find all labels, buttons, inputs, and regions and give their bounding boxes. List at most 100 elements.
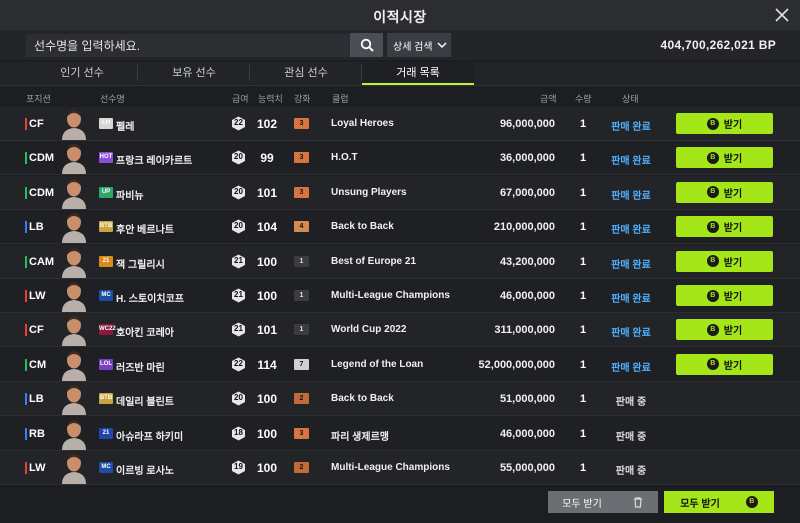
table-row[interactable]: CAM 21 잭 그릴리시 21 100 1 Best of Europe 21… — [0, 244, 800, 279]
receive-button[interactable]: B 받기 — [676, 113, 773, 134]
season-badge: HOT — [99, 152, 113, 164]
table-row[interactable]: RB 21 아슈라프 하키미 18 100 3 파리 생제르맹 46,000,0… — [0, 416, 800, 451]
ovr-value: 100 — [256, 254, 278, 269]
player-name[interactable]: 아슈라프 하키미 — [116, 428, 183, 443]
table-row[interactable]: CF WC22 호아킨 코레아 21 101 1 World Cup 2022 … — [0, 313, 800, 348]
table-header: 포지션 선수명 급여 능력치 강화 클럽 금액 수량 상태 — [0, 87, 800, 107]
club-name: World Cup 2022 — [331, 324, 407, 336]
player-name[interactable]: 데일리 블린트 — [116, 393, 174, 408]
salary-badge: 21 — [231, 254, 246, 269]
player-name[interactable]: 파비뉴 — [116, 187, 144, 202]
position-color-bar — [25, 462, 27, 474]
position-label: LW — [29, 462, 46, 474]
player-name[interactable]: H. 스토이치코프 — [116, 290, 184, 305]
player-name[interactable]: 호아킨 코레아 — [116, 324, 174, 339]
position-label: CAM — [29, 255, 55, 268]
position-color-bar — [25, 118, 27, 130]
quantity-value: 1 — [579, 427, 587, 440]
player-name[interactable]: 프랑크 레이카르트 — [116, 152, 192, 167]
salary-badge: 22 — [231, 357, 246, 372]
quantity-value: 1 — [579, 393, 587, 406]
receive-button[interactable]: B 받기 — [676, 216, 773, 238]
receive-all-label: 모두 받기 — [680, 498, 720, 510]
advanced-search-label: 상세 검색 — [393, 41, 433, 53]
club-name: Loyal Heroes — [331, 118, 394, 129]
receive-button[interactable]: B 받기 — [676, 353, 773, 375]
price-value: 67,000,000 — [499, 186, 555, 199]
position-label: RB — [29, 427, 45, 440]
receive-button[interactable]: B 받기 — [676, 319, 773, 341]
receive-button[interactable]: B 받기 — [676, 285, 773, 306]
club-name: H.O.T — [331, 152, 358, 164]
player-name[interactable]: 후안 베르나트 — [116, 221, 174, 236]
receive-button[interactable]: B 받기 — [676, 181, 773, 203]
position-label: CF — [29, 118, 44, 130]
table-row[interactable]: CM LOL 러즈반 마린 22 114 7 Legend of the Loa… — [0, 347, 800, 382]
col-player: 선수명 — [100, 94, 125, 104]
receive-label: 받기 — [723, 120, 743, 131]
position-label: CM — [29, 358, 47, 371]
tab-trade-list[interactable]: 거래 목록 — [362, 62, 474, 85]
club-name: Unsung Players — [331, 186, 407, 198]
table-row[interactable]: LB BTB 후안 베르나트 20 104 4 Back to Back 210… — [0, 210, 800, 245]
club-name: Legend of the Loan — [331, 358, 424, 370]
player-face-icon — [62, 419, 86, 450]
ovr-value: 102 — [256, 117, 278, 131]
salary-badge: 18 — [231, 426, 246, 441]
salary-badge: 20 — [231, 219, 246, 234]
table-row[interactable]: CDM UP 파비뉴 20 101 3 Unsung Players 67,00… — [0, 175, 800, 210]
col-status: 상태 — [622, 94, 639, 104]
position-color-bar — [25, 358, 27, 371]
search-button[interactable] — [350, 33, 383, 57]
status-label: 판매 완료 — [611, 328, 651, 340]
quantity-value: 1 — [579, 462, 587, 474]
price-value: 43,200,000 — [499, 255, 555, 268]
player-name[interactable]: 이르빙 로사노 — [116, 462, 174, 477]
table-row[interactable]: LW MC 이르빙 로사노 19 100 2 Multi-League Cham… — [0, 451, 800, 485]
table-row[interactable]: CF LH 펠레 22 102 3 Loyal Heroes 96,000,00… — [0, 107, 800, 141]
tab-owned-players[interactable]: 보유 선수 — [138, 62, 250, 85]
salary-badge: 20 — [231, 150, 246, 165]
position-color-bar — [25, 290, 27, 302]
receive-label: 받기 — [723, 326, 743, 338]
close-icon[interactable] — [772, 5, 792, 25]
advanced-search-button[interactable]: 상세 검색 — [387, 33, 451, 57]
enhance-badge: 3 — [294, 186, 309, 198]
receive-all-button-gray[interactable]: 모두 받기 — [548, 491, 658, 513]
enhance-badge: 7 — [294, 358, 309, 370]
table-row[interactable]: LB BTB 데일리 블린트 20 100 2 Back to Back 51,… — [0, 382, 800, 417]
table-row[interactable]: LW MC H. 스토이치코프 21 100 1 Multi-League Ch… — [0, 279, 800, 313]
status-label: 판매 완료 — [611, 122, 651, 133]
player-name[interactable]: 러즈반 마린 — [116, 359, 165, 374]
coin-icon: B — [745, 496, 758, 508]
receive-button[interactable]: B 받기 — [676, 147, 773, 169]
status-label: 판매 중 — [615, 397, 647, 409]
price-value: 55,000,000 — [499, 462, 555, 474]
player-name[interactable]: 잭 그릴리시 — [116, 256, 165, 271]
tab-popular-players[interactable]: 인기 선수 — [26, 62, 138, 85]
price-value: 210,000,000 — [493, 221, 555, 234]
position-label: CF — [29, 324, 44, 337]
ovr-value: 100 — [256, 289, 278, 303]
salary-badge: 22 — [231, 116, 246, 131]
player-face-icon — [62, 282, 86, 312]
club-name: Best of Europe 21 — [331, 255, 417, 267]
player-name[interactable]: 펠레 — [116, 118, 134, 133]
ovr-value: 100 — [256, 461, 278, 475]
tab-watchlist[interactable]: 관심 선수 — [250, 62, 362, 85]
position-color-bar — [25, 152, 27, 165]
receive-label: 받기 — [723, 223, 743, 235]
coin-icon: B — [706, 151, 719, 164]
receive-all-button[interactable]: 모두 받기 B — [664, 491, 774, 513]
coin-icon: B — [706, 358, 719, 371]
salary-value: 20 — [234, 393, 243, 403]
salary-value: 21 — [234, 324, 243, 334]
salary-value: 19 — [234, 462, 243, 471]
position-color-bar — [25, 255, 27, 268]
table-row[interactable]: CDM HOT 프랑크 레이카르트 20 99 3 H.O.T 36,000,0… — [0, 141, 800, 176]
search-input[interactable] — [26, 34, 350, 57]
status-label: 판매 완료 — [611, 225, 651, 237]
receive-button[interactable]: B 받기 — [676, 250, 773, 272]
coin-icon: B — [706, 117, 719, 130]
club-name: Back to Back — [331, 221, 394, 233]
